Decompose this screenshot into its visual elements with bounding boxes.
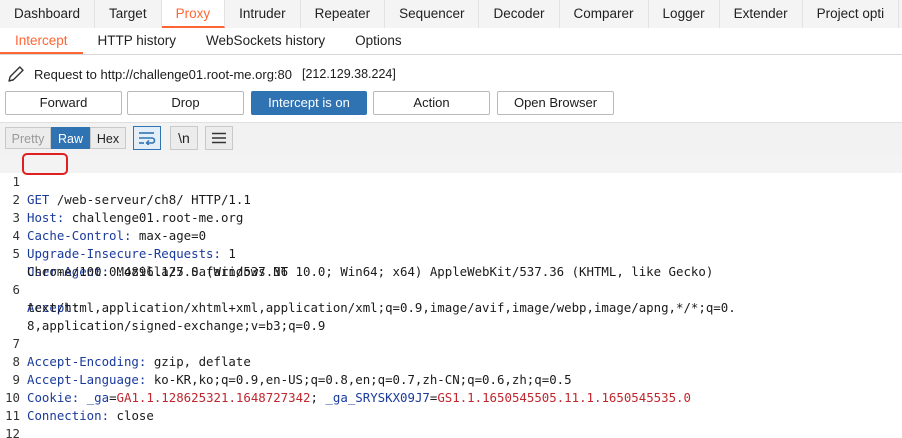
tab-repeater[interactable]: Repeater [301, 0, 386, 28]
subtab-http-history[interactable]: HTTP history [83, 28, 192, 54]
request-editor[interactable]: 1 GET /web-serveur/ch8/ HTTP/1.1 2 Host:… [0, 155, 902, 438]
menu-icon[interactable] [205, 126, 233, 150]
tab-comparer[interactable]: Comparer [560, 0, 649, 28]
code-line: 12 [0, 407, 902, 438]
line-number: 12 [5, 426, 20, 438]
subtab-options[interactable]: Options [340, 28, 417, 54]
tab-logger[interactable]: Logger [649, 0, 720, 28]
tab-proxy[interactable]: Proxy [161, 0, 226, 28]
subtab-websockets-history[interactable]: WebSockets history [191, 28, 340, 54]
code-line: 7 Accept-Encoding: gzip, deflate [0, 317, 902, 369]
drop-button[interactable]: Drop [127, 91, 244, 115]
tab-sequencer[interactable]: Sequencer [385, 0, 480, 28]
hex-button[interactable]: Hex [90, 127, 126, 149]
intercept-toggle-button[interactable]: Intercept is on [251, 91, 367, 115]
tab-intruder[interactable]: Intruder [225, 0, 301, 28]
code-line: 8 Accept-Language: ko-KR,ko;q=0.9,en-US;… [0, 335, 902, 387]
tool-tabs: Dashboard Target Proxy Intruder Repeater… [0, 0, 902, 29]
request-ip: [212.129.38.224] [302, 67, 396, 81]
code-line-wrapped: 8,application/signed-exchange;v=b3;q=0.9 [0, 299, 902, 333]
proxy-sub-tabs: Intercept HTTP history WebSockets histor… [0, 28, 902, 55]
code-line: 9 Cookie: _ga=GA1.1.128625321.1648727342… [0, 353, 902, 405]
code-line: 5 User-Agent: Mozilla/5.0 (Windows NT 10… [0, 227, 902, 279]
raw-button[interactable]: Raw [51, 127, 90, 149]
code-line: 2 Host: challenge01.root-me.org [0, 173, 902, 225]
request-target-label: Request to http://challenge01.root-me.or… [34, 66, 292, 82]
tab-decoder[interactable]: Decoder [479, 0, 560, 28]
code-line: 10 Connection: close [0, 371, 902, 423]
request-info: Request to http://challenge01.root-me.or… [6, 63, 396, 85]
wrap-lines-icon[interactable] [133, 126, 161, 150]
code-line: 1 GET /web-serveur/ch8/ HTTP/1.1 [0, 155, 902, 207]
pencil-icon [8, 66, 24, 82]
pretty-button[interactable]: Pretty [5, 127, 51, 149]
code-line: 6 Accept: [0, 263, 902, 315]
code-line: 3 Cache-Control: max-age=0 [0, 191, 902, 243]
open-browser-button[interactable]: Open Browser [497, 91, 614, 115]
tab-extender[interactable]: Extender [720, 0, 803, 28]
code-line: 11 [0, 389, 902, 423]
code-line-wrapped: text/html,application/xhtml+xml,applicat… [0, 281, 902, 315]
forward-button[interactable]: Forward [5, 91, 122, 115]
action-button[interactable]: Action [373, 91, 490, 115]
tab-project-options[interactable]: Project opti [803, 0, 900, 28]
code-line: 4 Upgrade-Insecure-Requests: 1 [0, 209, 902, 261]
tab-dashboard[interactable]: Dashboard [0, 0, 96, 28]
tab-target[interactable]: Target [95, 0, 162, 28]
code-line-wrapped: Chrome/100.0.4896.127 Safari/537.36 [0, 245, 902, 279]
subtab-intercept[interactable]: Intercept [0, 28, 83, 54]
newline-icon[interactable]: \n [170, 126, 198, 150]
